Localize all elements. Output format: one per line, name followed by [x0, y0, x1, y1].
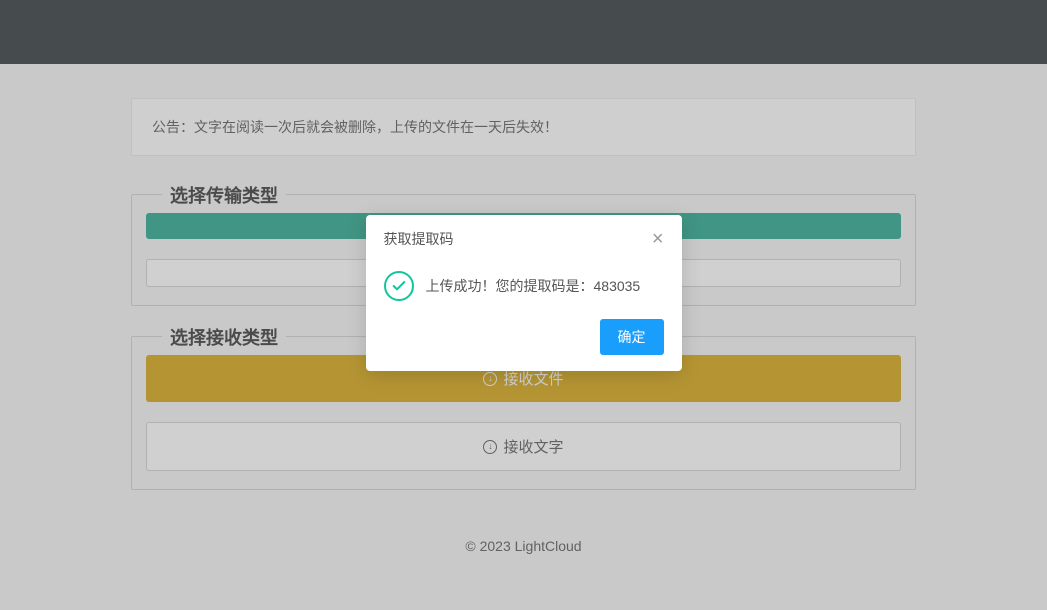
modal-overlay[interactable]: 获取提取码 × 上传成功！您的提取码是：483035 确定	[0, 0, 1047, 610]
modal-header: 获取提取码 ×	[366, 215, 682, 263]
modal-message: 上传成功！您的提取码是：483035	[426, 276, 641, 296]
modal-body: 上传成功！您的提取码是：483035	[366, 263, 682, 319]
modal-footer: 确定	[366, 319, 682, 371]
modal-title: 获取提取码	[384, 229, 454, 249]
close-icon[interactable]: ×	[652, 229, 664, 249]
success-modal: 获取提取码 × 上传成功！您的提取码是：483035 确定	[366, 215, 682, 371]
confirm-button[interactable]: 确定	[600, 319, 664, 355]
success-check-icon	[384, 271, 414, 301]
